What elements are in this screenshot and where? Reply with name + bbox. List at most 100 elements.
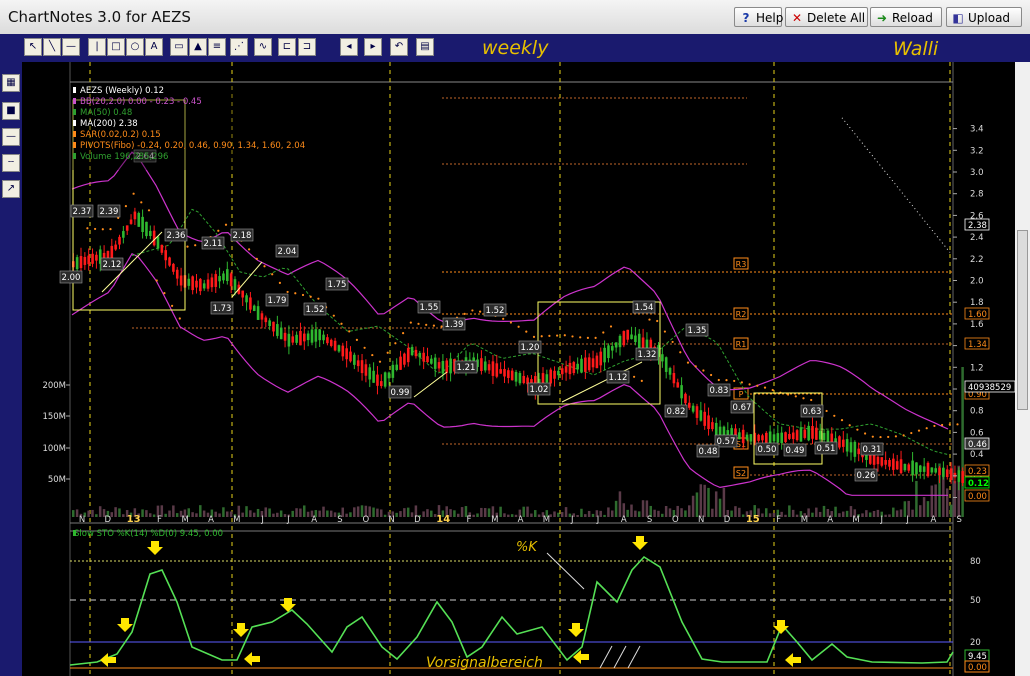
volume-bar [534, 510, 537, 517]
candle-body [272, 321, 275, 332]
candle-body [811, 426, 814, 439]
wave-tool-icon[interactable]: ∿ [254, 38, 272, 56]
sar-dot [894, 435, 898, 438]
sar-dot [163, 292, 166, 295]
delete-all-label: Delete All [807, 11, 866, 25]
horizontal-line-tool-icon[interactable]: — [62, 38, 80, 56]
price-tick-label: 0.4 [970, 450, 984, 460]
stoch-tick-label: 80 [970, 557, 981, 567]
pointer-tool-icon[interactable]: ↖ [24, 38, 42, 56]
volume-bar [503, 513, 506, 517]
line-width-icon[interactable]: — [2, 128, 20, 146]
reload-button[interactable]: ➜ Reload [870, 7, 942, 27]
candle-body [364, 364, 368, 376]
candle-body [426, 356, 429, 363]
channel-tool-icon[interactable]: ⊐ [298, 38, 316, 56]
time-axis-label: J [880, 515, 884, 525]
fibonacci-tool-icon[interactable]: ≡ [208, 38, 226, 56]
price-callout-1-32: 1.32 [638, 350, 657, 360]
volume-bar [460, 507, 464, 517]
arrow-right-tool-icon[interactable]: ▸ [364, 38, 382, 56]
price-callout-0-63: 0.63 [803, 407, 822, 417]
candle-body [87, 255, 90, 265]
volume-bar [580, 508, 583, 517]
time-axis-label: 14 [436, 514, 450, 525]
scrollbar-thumb[interactable] [1017, 230, 1028, 410]
sar-dot [656, 319, 659, 323]
candle-body [372, 370, 375, 383]
settings-tool-icon[interactable]: ▤ [416, 38, 434, 56]
sar-dot [217, 229, 220, 232]
candle-body [772, 434, 776, 442]
candle-body [626, 329, 629, 340]
vertical-line-tool-icon[interactable]: | [88, 38, 106, 56]
candle-body [410, 346, 414, 356]
sar-dot [663, 330, 667, 333]
volume-bar [564, 507, 568, 517]
candle-body [233, 279, 237, 290]
volume-bar [95, 514, 98, 517]
volume-bar [376, 508, 379, 517]
volume-bar [680, 508, 683, 517]
price-callout-0-50: 0.50 [758, 445, 777, 455]
pivot-label-s1: S1 [736, 440, 746, 449]
arrow-left-tool-icon[interactable]: ◂ [340, 38, 358, 56]
volume-bar [637, 511, 641, 517]
sar-dot [371, 353, 374, 357]
price-callout-1-35: 1.35 [688, 326, 707, 336]
volume-bar [926, 501, 930, 517]
volume-bar [214, 511, 217, 517]
candle-body [133, 211, 137, 220]
volume-bar [618, 491, 622, 517]
upload-button[interactable]: ◧ Upload [946, 7, 1022, 27]
volume-bar [322, 506, 325, 517]
pivot-label-r1: R1 [736, 340, 747, 349]
price-callout-1-02: 1.02 [530, 385, 549, 395]
rectangle-tool-icon[interactable]: □ [107, 38, 125, 56]
color-palette-icon[interactable]: ▦ [2, 74, 20, 92]
volume-bar [256, 508, 260, 517]
undo-tool-icon[interactable]: ↶ [390, 38, 408, 56]
gann-fan-tool-icon[interactable]: ⋰ [230, 38, 248, 56]
volume-bar [560, 512, 564, 517]
candle-body [591, 358, 595, 368]
volume-bar [911, 509, 914, 517]
volume-bar [241, 512, 244, 517]
candle-body [872, 454, 876, 465]
volume-bar [811, 512, 814, 517]
price-callout-2-11: 2.11 [204, 239, 223, 249]
candle-body [326, 337, 329, 344]
time-axis-label: O [672, 515, 679, 525]
candle-body [903, 463, 907, 471]
sar-dot [286, 290, 289, 294]
help-button[interactable]: ? Help [734, 7, 783, 27]
range-tool-icon[interactable]: ⊏ [278, 38, 296, 56]
candle-body [433, 357, 437, 369]
price-callout-2-36: 2.36 [167, 231, 186, 241]
candle-body [356, 360, 360, 367]
sar-dot [825, 409, 828, 413]
ellipse-tool-icon[interactable]: ○ [126, 38, 144, 56]
note-tool-icon[interactable]: ▭ [170, 38, 188, 56]
line-tool-icon[interactable]: ╲ [43, 38, 61, 56]
line-style-icon[interactable]: ┄ [2, 154, 20, 172]
stock-chart[interactable]: R3R2R1PS1S22.002.37 2.392.122.642.362.112… [22, 62, 1015, 676]
time-axis-label: N [388, 515, 394, 525]
candle-body [503, 368, 506, 377]
candle-body [888, 460, 891, 467]
vertical-scrollbar[interactable] [1015, 62, 1030, 676]
line-color-icon[interactable]: ■ [2, 102, 20, 120]
text-tool-icon[interactable]: A [145, 38, 163, 56]
cursor-icon[interactable]: ↗ [2, 180, 20, 198]
delete-all-button[interactable]: ✕ Delete All [785, 7, 868, 27]
candle-body [149, 230, 152, 236]
stoch-tick-label: 50 [970, 596, 981, 606]
arrow-up-tool-icon[interactable]: ▲ [189, 38, 207, 56]
sar-dot [509, 321, 512, 324]
candle-body [395, 364, 398, 370]
candle-body [310, 329, 314, 343]
legend-swatch [73, 109, 76, 115]
time-axis-label: J [260, 515, 264, 525]
sar-dot [686, 361, 690, 364]
candle-body [102, 252, 106, 259]
